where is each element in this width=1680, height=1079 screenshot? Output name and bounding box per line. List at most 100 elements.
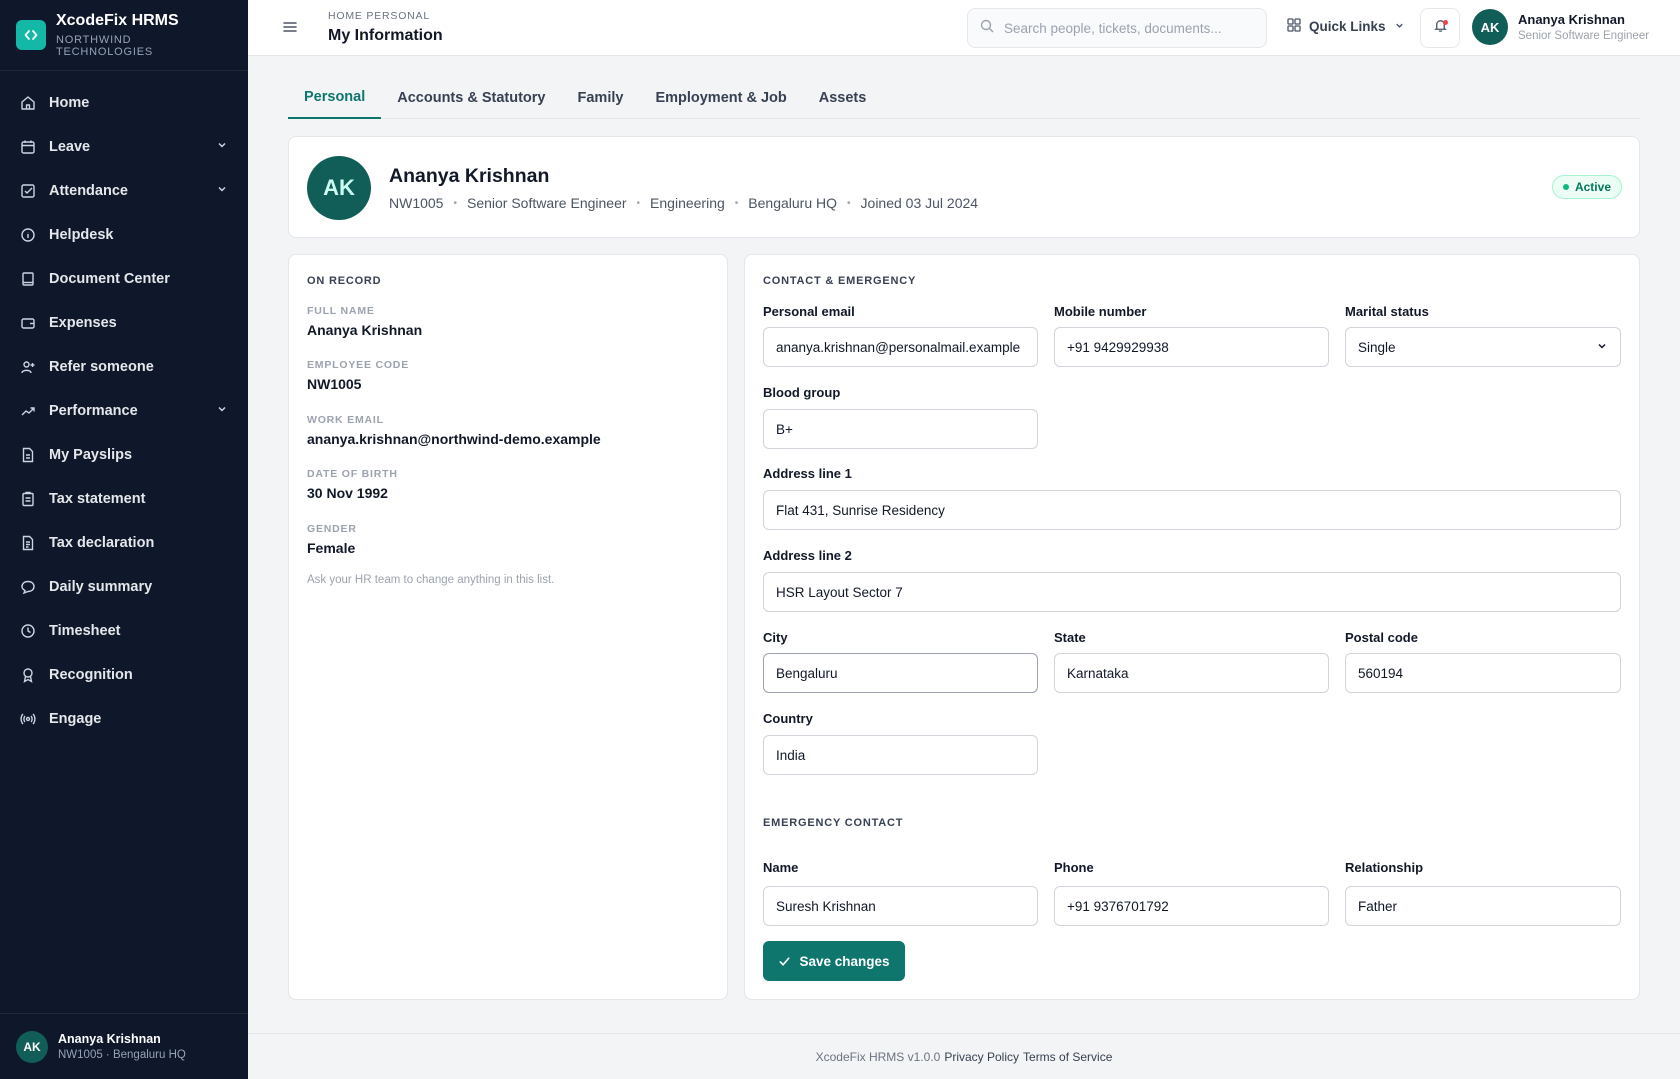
profile-card: AK Ananya Krishnan NW1005 • Senior Softw… bbox=[288, 136, 1640, 238]
user-name: Ananya Krishnan bbox=[1518, 12, 1625, 27]
sidebar-item-my-payslips[interactable]: My Payslips bbox=[0, 433, 248, 477]
field-value: NW1005 bbox=[307, 376, 362, 392]
search-box[interactable] bbox=[967, 8, 1267, 48]
sidebar-item-helpdesk[interactable]: Helpdesk bbox=[0, 213, 248, 257]
sidebar-item-timesheet[interactable]: Timesheet bbox=[0, 609, 248, 653]
country-field[interactable] bbox=[763, 735, 1038, 775]
tab-accounts-statutory[interactable]: Accounts & Statutory bbox=[381, 76, 561, 119]
save-button-label: Save changes bbox=[799, 953, 890, 969]
blood-group-field[interactable] bbox=[763, 409, 1038, 449]
search-icon bbox=[980, 19, 994, 38]
join-date: Joined 03 Jul 2024 bbox=[860, 195, 979, 211]
state-field[interactable] bbox=[1054, 653, 1329, 693]
sidebar-user[interactable]: AK Ananya Krishnan NW1005 · Bengaluru HQ bbox=[0, 1013, 248, 1079]
employee-code: NW1005 bbox=[389, 195, 444, 211]
tab-personal[interactable]: Personal bbox=[288, 76, 382, 119]
sidebar-item-engage[interactable]: Engage bbox=[0, 697, 248, 741]
sidebar-item-label: Tax statement bbox=[49, 491, 146, 507]
sidebar-item-label: Recognition bbox=[49, 667, 133, 683]
address-line-1-label: Address line 1 bbox=[763, 466, 852, 481]
app-version: XcodeFix HRMS v1.0.0 bbox=[815, 1049, 941, 1064]
field-label: WORK EMAIL bbox=[307, 414, 384, 426]
profile-meta: NW1005 • Senior Software Engineer • Engi… bbox=[389, 195, 978, 211]
chevron-down-icon bbox=[216, 183, 228, 199]
footer: XcodeFix HRMS v1.0.0 Privacy Policy Term… bbox=[248, 1033, 1680, 1079]
postal-code-field[interactable] bbox=[1345, 653, 1621, 693]
sidebar-item-expenses[interactable]: Expenses bbox=[0, 301, 248, 345]
department: Engineering bbox=[650, 195, 725, 211]
emergency-phone-field[interactable] bbox=[1054, 886, 1329, 926]
topbar: HOME PERSONAL My Information Quick Links… bbox=[248, 0, 1680, 56]
trending-up-icon bbox=[20, 403, 36, 419]
sidebar-item-recognition[interactable]: Recognition bbox=[0, 653, 248, 697]
sidebar-item-document-center[interactable]: Document Center bbox=[0, 257, 248, 301]
tab-employment-job[interactable]: Employment & Job bbox=[639, 76, 802, 119]
clock-icon bbox=[20, 623, 36, 639]
emergency-name-label: Name bbox=[763, 860, 799, 875]
personal-email-label: Personal email bbox=[763, 304, 855, 319]
quick-links-button[interactable]: Quick Links bbox=[1287, 18, 1405, 35]
separator-dot: • bbox=[636, 197, 641, 209]
notifications-button[interactable] bbox=[1420, 8, 1460, 48]
city-field[interactable] bbox=[763, 653, 1038, 693]
sidebar-item-leave[interactable]: Leave bbox=[0, 125, 248, 169]
menu-icon[interactable] bbox=[282, 19, 298, 35]
section-title: CONTACT & EMERGENCY bbox=[763, 275, 917, 287]
sidebar-item-label: Leave bbox=[49, 139, 91, 155]
field-value: Ananya Krishnan bbox=[307, 322, 423, 338]
tab-family[interactable]: Family bbox=[562, 76, 640, 119]
record-note: Ask your HR team to change anything in t… bbox=[307, 574, 555, 586]
sidebar-item-attendance[interactable]: Attendance bbox=[0, 169, 248, 213]
marital-status-value: Single bbox=[1358, 339, 1396, 355]
search-input[interactable] bbox=[1004, 20, 1244, 36]
user-menu[interactable]: AK Ananya Krishnan Senior Software Engin… bbox=[1472, 9, 1649, 45]
sidebar-item-label: Document Center bbox=[49, 271, 170, 287]
separator-dot: • bbox=[734, 197, 739, 209]
emergency-name-field[interactable] bbox=[763, 886, 1038, 926]
record-date-of-birth: DATE OF BIRTH 30 Nov 1992 bbox=[307, 468, 398, 501]
sidebar-item-label: Refer someone bbox=[49, 359, 154, 375]
relationship-field[interactable] bbox=[1345, 886, 1621, 926]
mobile-number-field[interactable] bbox=[1054, 327, 1329, 367]
sidebar-item-home[interactable]: Home bbox=[0, 81, 248, 125]
sidebar-item-refer-someone[interactable]: Refer someone bbox=[0, 345, 248, 389]
breadcrumb: HOME PERSONAL bbox=[328, 10, 431, 22]
record-gender: GENDER Female bbox=[307, 523, 357, 556]
marital-status-select[interactable]: Single bbox=[1345, 327, 1621, 367]
status-dot bbox=[1562, 184, 1569, 190]
status-label: Active bbox=[1574, 180, 1611, 194]
sidebar-item-tax-statement[interactable]: Tax statement bbox=[0, 477, 248, 521]
sidebar-item-tax-declaration[interactable]: Tax declaration bbox=[0, 521, 248, 565]
terms-of-service-link[interactable]: Terms of Service bbox=[1023, 1050, 1112, 1064]
quick-links-label: Quick Links bbox=[1309, 19, 1386, 34]
user-role: Senior Software Engineer bbox=[1518, 30, 1650, 42]
sidebar-item-label: Timesheet bbox=[49, 623, 121, 639]
country-label: Country bbox=[763, 711, 813, 726]
tab-assets[interactable]: Assets bbox=[803, 76, 883, 119]
sidebar-user-name: Ananya Krishnan bbox=[58, 1032, 161, 1046]
on-record-card: ON RECORD FULL NAME Ananya Krishnan EMPL… bbox=[288, 254, 728, 1000]
home-icon bbox=[20, 95, 36, 111]
sidebar-user-sub: NW1005 · Bengaluru HQ bbox=[58, 1049, 186, 1061]
postal-code-label: Postal code bbox=[1345, 630, 1418, 645]
field-label: EMPLOYEE CODE bbox=[307, 359, 409, 371]
record-work-email: WORK EMAIL ananya.krishnan@northwind-dem… bbox=[307, 414, 601, 447]
info-icon bbox=[20, 227, 36, 243]
address-line-2-field[interactable] bbox=[763, 572, 1621, 612]
brand-name: XcodeFix HRMS bbox=[55, 12, 179, 29]
job-title: Senior Software Engineer bbox=[466, 195, 627, 211]
field-label: FULL NAME bbox=[307, 305, 375, 317]
contact-emergency-card: CONTACT & EMERGENCY Personal email Mobil… bbox=[744, 254, 1640, 1000]
privacy-policy-link[interactable]: Privacy Policy bbox=[944, 1050, 1019, 1064]
save-button[interactable]: Save changes bbox=[763, 941, 905, 981]
sidebar-item-label: Helpdesk bbox=[49, 227, 114, 243]
brand[interactable]: XcodeFix HRMS NORTHWIND TECHNOLOGIES bbox=[0, 0, 248, 71]
sidebar-item-daily-summary[interactable]: Daily summary bbox=[0, 565, 248, 609]
field-value: ananya.krishnan@northwind-demo.example bbox=[307, 431, 601, 447]
personal-email-field[interactable] bbox=[763, 327, 1038, 367]
address-line-1-field[interactable] bbox=[763, 490, 1621, 530]
sidebar-item-performance[interactable]: Performance bbox=[0, 389, 248, 433]
sidebar-nav: Home Leave Attendance Helpdesk Document … bbox=[0, 71, 248, 741]
grid-icon bbox=[1287, 18, 1301, 35]
file-icon bbox=[20, 447, 36, 463]
